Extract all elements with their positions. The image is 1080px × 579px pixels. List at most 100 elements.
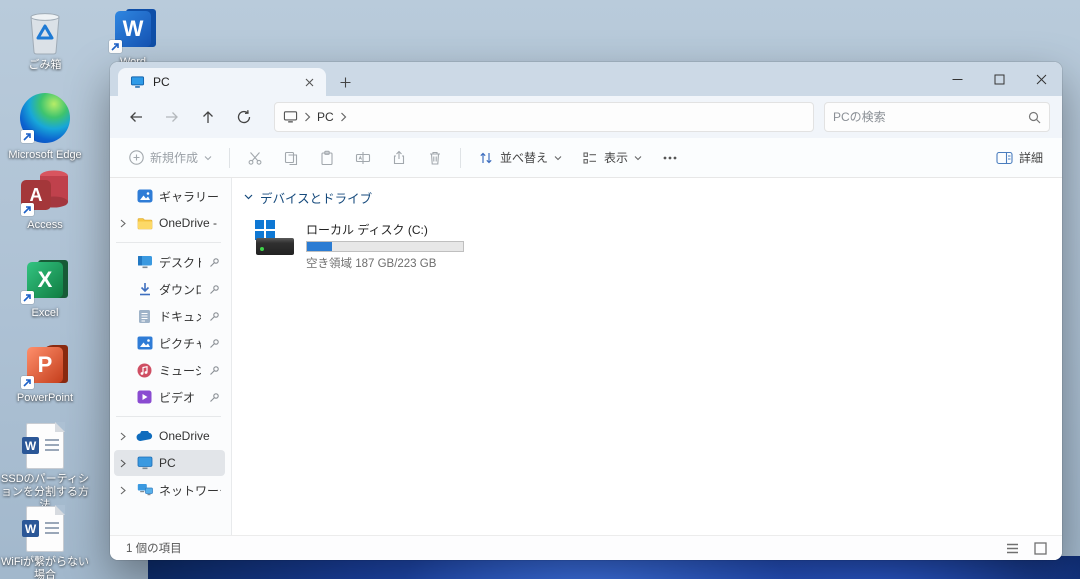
- shortcut-arrow-icon: [21, 130, 34, 143]
- desktop-icon-edge[interactable]: Microsoft Edge: [0, 90, 90, 162]
- search-input[interactable]: [833, 110, 1028, 124]
- view-button-label: 表示: [604, 149, 628, 166]
- sidebar-item-label: ダウンロード: [159, 281, 201, 298]
- sidebar-item-label: ピクチャ: [159, 335, 201, 352]
- sidebar-item-documents[interactable]: ドキュメント: [114, 303, 225, 329]
- desktop-icon-recycle-bin[interactable]: ごみ箱: [0, 8, 90, 72]
- back-button[interactable]: [120, 102, 152, 132]
- navigation-bar: PC: [110, 96, 1062, 138]
- pc-monitor-icon: [136, 456, 153, 470]
- rename-button[interactable]: [346, 143, 380, 173]
- sidebar-item-desktop[interactable]: デスクトップ: [114, 249, 225, 275]
- desktop-icon-word[interactable]: W Word: [90, 5, 176, 69]
- refresh-button[interactable]: [228, 102, 260, 132]
- toolbar-separator: [229, 148, 230, 168]
- status-bar: 1 個の項目: [110, 535, 1062, 560]
- tab-pc[interactable]: PC: [118, 68, 326, 96]
- up-button[interactable]: [192, 102, 224, 132]
- content-pane: デバイスとドライブ ローカル ディスク (C:) 空き領域 187 GB/223…: [232, 178, 1062, 535]
- sidebar-item-label: OneDrive: [159, 429, 221, 443]
- music-icon: [136, 363, 153, 378]
- sidebar-item-downloads[interactable]: ダウンロード: [114, 276, 225, 302]
- list-view-toggle[interactable]: [1000, 538, 1024, 558]
- sidebar-item-pictures[interactable]: ピクチャ: [114, 330, 225, 356]
- tab-title: PC: [153, 75, 292, 89]
- cut-button[interactable]: [238, 143, 272, 173]
- caption-buttons: [936, 62, 1062, 96]
- access-app-icon: A: [19, 168, 71, 216]
- chevron-right-icon[interactable]: [116, 219, 130, 228]
- sidebar-item-label: ネットワーク: [159, 482, 221, 499]
- downloads-icon: [136, 282, 153, 297]
- desktop-icon-powerpoint[interactable]: P PowerPoint: [0, 341, 90, 405]
- view-button[interactable]: 表示: [573, 143, 651, 173]
- sidebar-item-pc[interactable]: PC: [114, 450, 225, 476]
- desktop-icon-access[interactable]: A Access: [0, 168, 90, 232]
- breadcrumb-item-pc[interactable]: PC: [317, 110, 334, 124]
- documents-icon: [136, 309, 153, 324]
- close-button[interactable]: [1020, 62, 1062, 96]
- chevron-down-icon: [244, 194, 253, 200]
- section-title: デバイスとドライブ: [260, 188, 372, 207]
- minimize-button[interactable]: [936, 62, 978, 96]
- details-pane-button[interactable]: 詳細: [987, 143, 1052, 173]
- chevron-right-icon[interactable]: [116, 432, 130, 441]
- pin-icon[interactable]: [207, 311, 221, 322]
- sidebar-item-label: OneDrive - Pers: [159, 216, 221, 230]
- section-header-devices-and-drives[interactable]: デバイスとドライブ: [244, 186, 1062, 208]
- sidebar-item-music[interactable]: ミュージック: [114, 357, 225, 383]
- sort-button[interactable]: 並べ替え: [469, 143, 571, 173]
- windows-logo-icon: [255, 220, 275, 240]
- excel-app-icon: X: [19, 256, 71, 304]
- thumbnail-view-icon: [1034, 542, 1047, 555]
- maximize-button[interactable]: [978, 62, 1020, 96]
- shortcut-arrow-icon: [109, 40, 122, 53]
- sidebar-item-onedrive[interactable]: OneDrive: [114, 423, 225, 449]
- shortcut-arrow-icon: [21, 291, 34, 304]
- videos-icon: [136, 390, 153, 404]
- sidebar-item-gallery[interactable]: ギャラリー: [114, 183, 225, 209]
- chevron-right-icon[interactable]: [116, 459, 130, 468]
- gallery-icon: [136, 189, 153, 203]
- pin-icon[interactable]: [207, 257, 221, 268]
- chevron-right-icon[interactable]: [116, 486, 130, 495]
- paste-button[interactable]: [310, 143, 344, 173]
- sidebar-item-onedrive-personal[interactable]: OneDrive - Pers: [114, 210, 225, 236]
- folder-icon: [136, 217, 153, 230]
- sidebar-item-videos[interactable]: ビデオ: [114, 384, 225, 410]
- tab-close-button[interactable]: [300, 73, 318, 91]
- more-options-button[interactable]: [653, 143, 687, 173]
- sidebar-item-network[interactable]: ネットワーク: [114, 477, 225, 503]
- sidebar-separator: [116, 416, 221, 417]
- desktop-icon-excel[interactable]: X Excel: [0, 256, 90, 320]
- hard-drive-icon: [254, 220, 296, 260]
- powerpoint-app-icon: P: [19, 341, 71, 389]
- pin-icon[interactable]: [207, 365, 221, 376]
- share-button[interactable]: [382, 143, 416, 173]
- sidebar-item-label: ビデオ: [159, 389, 201, 406]
- delete-button[interactable]: [418, 143, 452, 173]
- new-button[interactable]: 新規作成: [120, 143, 221, 173]
- desktop-icon-label: ごみ箱: [29, 59, 62, 72]
- drive-item-local-disk-c[interactable]: ローカル ディスク (C:) 空き領域 187 GB/223 GB: [250, 216, 480, 275]
- desktop-icon-label: Excel: [32, 307, 59, 320]
- thumbnail-view-toggle[interactable]: [1028, 538, 1052, 558]
- pin-icon[interactable]: [207, 284, 221, 295]
- tab-bar: PC: [110, 62, 1062, 96]
- desktop-icon-label: Access: [27, 219, 62, 232]
- desktop-icon-doc-ssd[interactable]: W SSDのパーティションを分割する方法: [0, 422, 90, 512]
- forward-button[interactable]: [156, 102, 188, 132]
- drive-name: ローカル ディスク (C:): [306, 221, 464, 238]
- address-bar[interactable]: PC: [274, 102, 814, 132]
- copy-button[interactable]: [274, 143, 308, 173]
- pin-icon[interactable]: [207, 338, 221, 349]
- drive-capacity-fill: [307, 242, 332, 251]
- file-explorer-window: PC: [110, 62, 1062, 560]
- pc-monitor-icon: [283, 110, 298, 124]
- search-icon: [1028, 111, 1041, 124]
- view-icon: [582, 150, 598, 166]
- pin-icon[interactable]: [207, 392, 221, 403]
- new-tab-button[interactable]: [332, 70, 358, 94]
- desktop-icon-doc-wifi[interactable]: W WiFiが繋がらない場合: [0, 505, 90, 579]
- search-box[interactable]: [824, 102, 1050, 132]
